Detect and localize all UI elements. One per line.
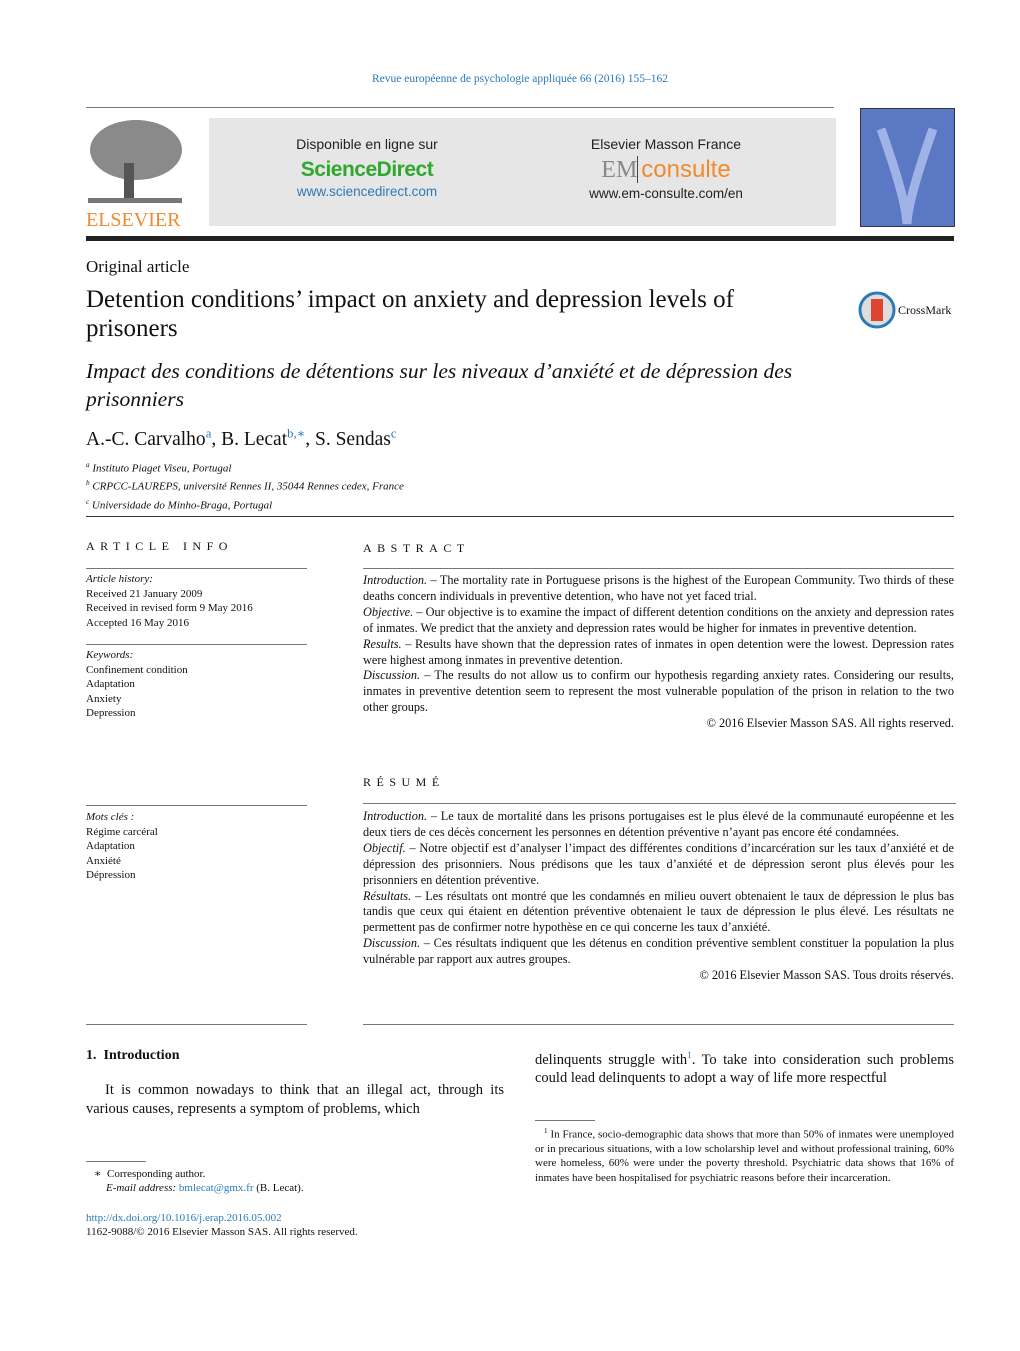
sciencedirect-logo[interactable]: ScienceDirect <box>217 158 517 182</box>
doi-link[interactable]: http://dx.doi.org/10.1016/j.erap.2016.05… <box>86 1212 282 1224</box>
divider <box>363 568 954 569</box>
journal-citation[interactable]: Revue européenne de psychologie appliqué… <box>0 73 1020 85</box>
footnote: 1 In France, socio-demographic data show… <box>535 1127 955 1184</box>
journal-cover-image <box>860 108 955 227</box>
crossmark-badge[interactable]: CrossMark <box>858 291 951 329</box>
author-list: A.-C. Carvalhoa, B. Lecatb,∗, S. Sendasc <box>86 426 397 450</box>
paper-page: Revue européenne de psychologie appliqué… <box>0 0 1020 1351</box>
resume-paragraph: Discussion. – Ces résultats indiquent qu… <box>363 936 954 967</box>
divider <box>535 1120 595 1121</box>
section-heading: 1. Introduction <box>86 1048 180 1063</box>
resume-copyright: © 2016 Elsevier Masson SAS. Tous droits … <box>699 968 954 983</box>
divider <box>86 805 307 806</box>
affiliation: c Universidade do Minho-Braga, Portugal <box>86 497 273 512</box>
author[interactable]: B. Lecatb,∗ <box>221 426 305 450</box>
publisher-label: Elsevier Masson France <box>590 136 742 152</box>
emconsulte-link[interactable]: www.em-consulte.com/en <box>516 186 816 201</box>
resume-paragraph: Objectif. – Notre objectif est d’analyse… <box>363 840 954 887</box>
article-info-heading: ARTICLE INFO <box>86 539 233 553</box>
mots-cles: Mots clés : Régime carcéral Adaptation Anx… <box>86 811 158 882</box>
email-link[interactable]: bmlecat@gmx.fr <box>179 1182 254 1194</box>
availability-banner: Disponible en ligne sur ScienceDirect ww… <box>209 118 836 226</box>
divider <box>86 1024 307 1025</box>
abstract-body: Introduction. – The mortality rate in Po… <box>363 573 954 732</box>
intro-text-col1: It is common nowadays to think that an i… <box>86 1082 504 1117</box>
elsevier-tree-icon <box>88 120 182 203</box>
divider <box>363 803 956 804</box>
article-type: Original article <box>86 257 190 276</box>
resume-heading: RÉSUMÉ <box>363 775 445 789</box>
divider <box>86 107 834 108</box>
emconsulte-logo[interactable]: EM consulte <box>516 156 816 184</box>
abstract-paragraph: Introduction. – The mortality rate in Po… <box>363 573 954 603</box>
divider <box>363 1024 954 1025</box>
elsevier-wordmark: ELSEVIER <box>86 209 181 231</box>
abstract-paragraph: Results. – Results have shown that the d… <box>363 636 954 667</box>
intro-text-col2: delinquents struggle with1. To take into… <box>535 1051 954 1087</box>
article-title: Detention conditions’ impact on anxiety … <box>86 286 734 342</box>
author[interactable]: A.-C. Carvalhoa <box>86 426 211 450</box>
article-title-french: Impact des conditions de détentions sur … <box>86 359 793 411</box>
elsevier-logo[interactable]: ELSEVIER <box>86 118 184 231</box>
divider <box>86 644 307 645</box>
divider <box>86 568 307 569</box>
header-rule <box>86 236 954 241</box>
divider <box>86 516 954 517</box>
resume-body: Introduction. – Le taux de mortalité dan… <box>363 809 954 984</box>
sciencedirect-link[interactable]: www.sciencedirect.com <box>217 184 517 199</box>
author[interactable]: S. Sendasc <box>315 426 396 450</box>
resume-paragraph: Introduction. – Le taux de mortalité dan… <box>363 809 954 839</box>
abstract-copyright: © 2016 Elsevier Masson SAS. All rights r… <box>706 716 954 731</box>
affiliations: a Instituto Piaget Viseu, Portugal b CRP… <box>86 458 404 513</box>
abstract-heading: ABSTRACT <box>363 541 470 555</box>
crossmark-icon <box>858 291 896 329</box>
corresponding-author: ∗ Corresponding author. E-mail address: … <box>94 1168 304 1195</box>
abstract-paragraph: Discussion. – The results do not allow u… <box>363 668 954 715</box>
issn-copyright: 1162-9088/© 2016 Elsevier Masson SAS. Al… <box>86 1226 358 1238</box>
affiliation: a Instituto Piaget Viseu, Portugal <box>86 461 232 475</box>
available-online-label: Disponible en ligne sur <box>296 136 438 152</box>
affiliation: b CRPCC-LAUREPS, université Rennes II, 3… <box>86 479 404 493</box>
divider <box>86 1161 146 1162</box>
abstract-paragraph: Objective. – Our objective is to examine… <box>363 604 954 635</box>
keywords: Keywords: Confinement condition Adaptatio… <box>86 649 188 720</box>
article-history: Article history: Received 21 January 200… <box>86 573 253 629</box>
resume-paragraph: Résultats. – Les résultats ont montré qu… <box>363 888 954 935</box>
